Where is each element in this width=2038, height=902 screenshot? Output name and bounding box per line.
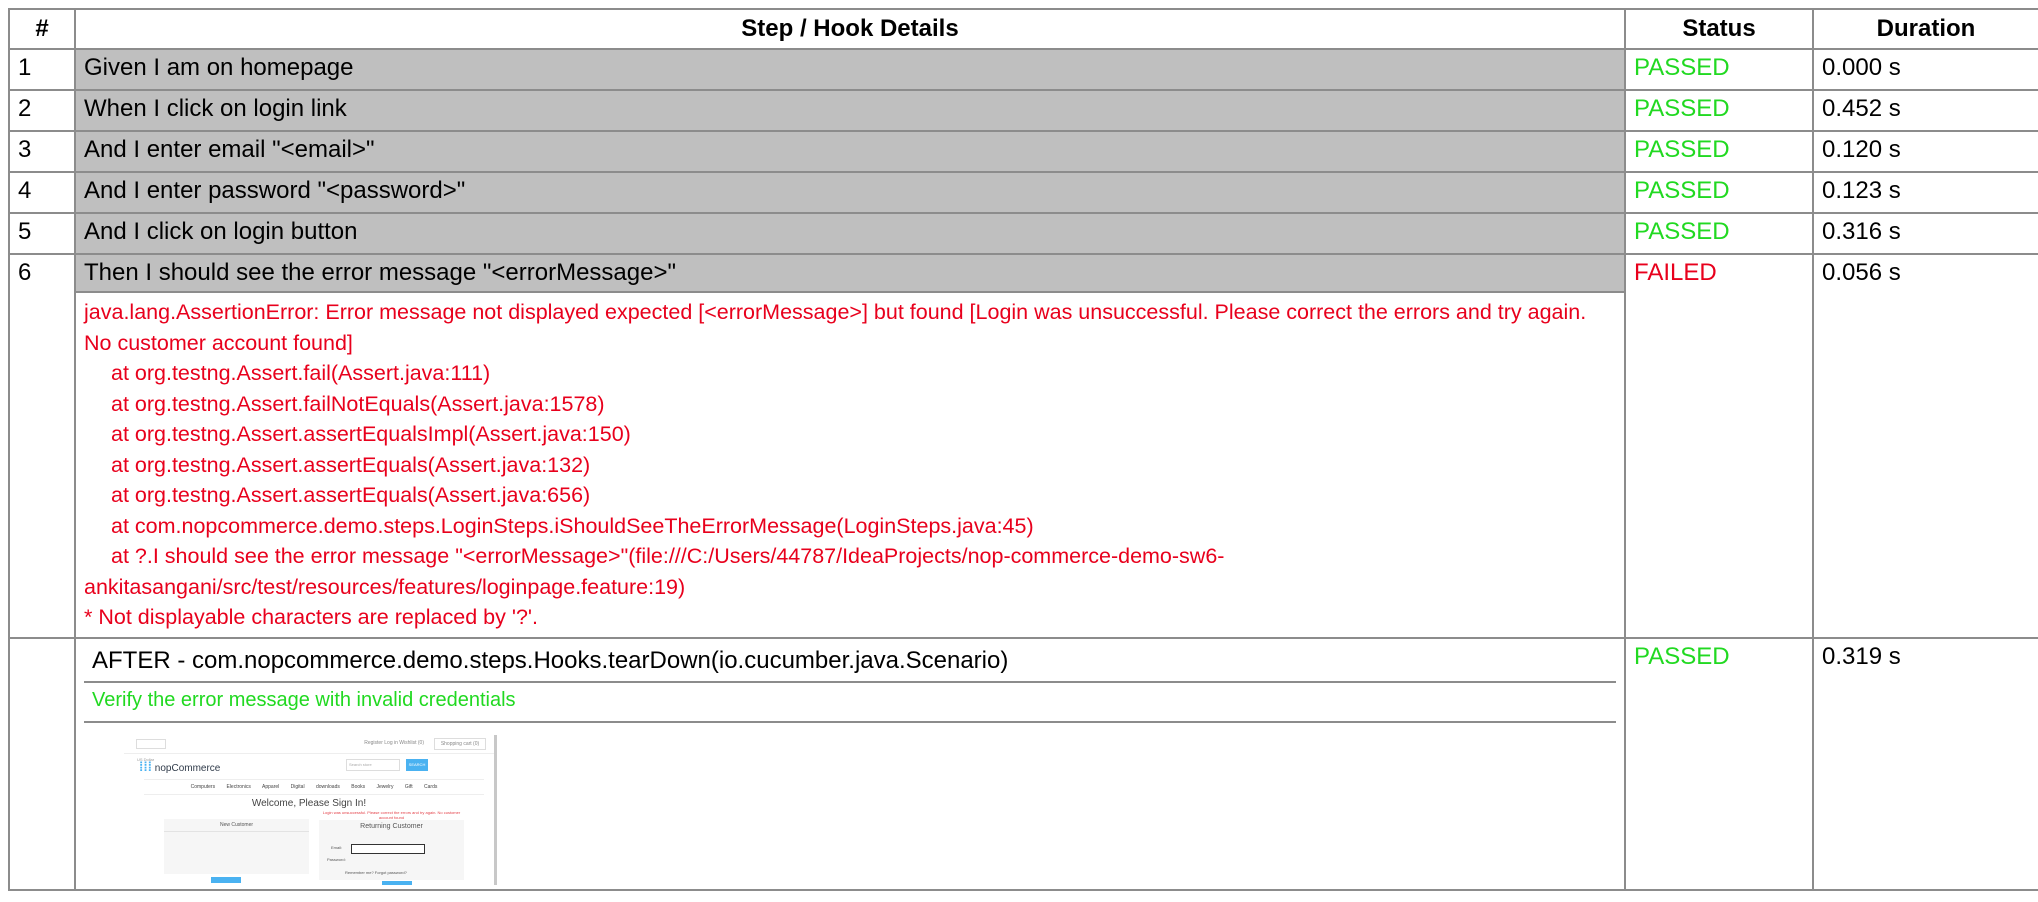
step-number: 2 (8, 89, 76, 132)
step-duration: 0.056 s (1812, 253, 2038, 639)
hook-number (8, 636, 76, 891)
screenshot-new-customer: New Customer (164, 818, 309, 874)
screenshot-container: US Dollar Register Log in Wishlist (0) S… (84, 723, 1616, 885)
header-status: Status (1624, 8, 1814, 50)
logo-icon: ⁞⁞⁞ (139, 758, 152, 774)
step-number: 3 (8, 130, 76, 173)
stack-trace-line: at org.testng.Assert.assertEquals(Assert… (111, 452, 591, 477)
screenshot-login-button (382, 880, 412, 885)
hook-title: AFTER - com.nopcommerce.demo.steps.Hooks… (84, 643, 1616, 683)
screenshot-search-button: SEARCH (406, 758, 428, 771)
screenshot-returning-customer: Returning Customer Email: Password: Reme… (319, 819, 464, 880)
screenshot-register-button (211, 876, 241, 883)
screenshot-thumbnail[interactable]: US Dollar Register Log in Wishlist (0) S… (124, 734, 497, 885)
table-header-row: # Step / Hook Details Status Duration (8, 8, 2038, 50)
error-details: java.lang.AssertionError: Error message … (74, 291, 1626, 639)
step-status: PASSED (1624, 130, 1814, 173)
step-duration: 0.316 s (1812, 212, 2038, 255)
hook-status: PASSED (1624, 636, 1814, 891)
error-message: java.lang.AssertionError: Error message … (84, 300, 1587, 355)
step-status: FAILED (1624, 253, 1814, 639)
table-row-failed: 6 Then I should see the error message "<… (8, 253, 2038, 639)
screenshot-currency: US Dollar (136, 738, 166, 762)
step-status: PASSED (1624, 48, 1814, 91)
step-duration: 0.000 s (1812, 48, 2038, 91)
step-number: 4 (8, 171, 76, 214)
stack-trace-line: at com.nopcommerce.demo.steps.LoginSteps… (111, 513, 1034, 538)
screenshot-error: Login was unsuccessful. Please correct t… (322, 809, 461, 820)
table-row: 1 Given I am on homepage PASSED 0.000 s (8, 48, 2038, 91)
screenshot-search: Search store (346, 758, 400, 771)
step-details-table: # Step / Hook Details Status Duration 1 … (8, 8, 2038, 891)
step-status: PASSED (1624, 171, 1814, 214)
header-details: Step / Hook Details (74, 8, 1626, 50)
stack-trace-line: at org.testng.Assert.fail(Assert.java:11… (111, 361, 491, 385)
table-row: 3 And I enter email "<email>" PASSED 0.1… (8, 130, 2038, 173)
screenshot-topbar: US Dollar Register Log in Wishlist (0) S… (124, 735, 494, 762)
table-row: 4 And I enter password "<password>" PASS… (8, 171, 2038, 214)
step-text: Then I should see the error message "<er… (74, 253, 1626, 293)
step-duration: 0.452 s (1812, 89, 2038, 132)
error-note: * Not displayable characters are replace… (84, 605, 538, 629)
step-number: 1 (8, 48, 76, 91)
screenshot-logo: ⁞⁞⁞ nopCommerce (139, 758, 221, 774)
step-number: 5 (8, 212, 76, 255)
hook-duration: 0.319 s (1812, 636, 2038, 891)
stack-trace-line: at org.testng.Assert.assertEquals(Assert… (111, 483, 591, 507)
step-number: 6 (8, 253, 76, 639)
step-text: Given I am on homepage (74, 48, 1626, 91)
step-text: When I click on login link (74, 89, 1626, 132)
hook-message: Verify the error message with invalid cr… (84, 683, 1616, 723)
table-row: 2 When I click on login link PASSED 0.45… (8, 89, 2038, 132)
screenshot-cart: Shopping cart (0) (434, 737, 486, 750)
step-text: And I enter email "<email>" (74, 130, 1626, 173)
step-text: And I click on login button (74, 212, 1626, 255)
step-duration: 0.120 s (1812, 130, 2038, 173)
screenshot-welcome: Welcome, Please Sign In! (251, 797, 367, 809)
screenshot-toplinks: Register Log in Wishlist (0) (364, 739, 424, 746)
stack-trace-line: at org.testng.Assert.failNotEquals(Asser… (111, 391, 605, 416)
step-status: PASSED (1624, 89, 1814, 132)
table-row: 5 And I click on login button PASSED 0.3… (8, 212, 2038, 255)
stack-trace-line: at ?.I should see the error message "<er… (84, 544, 1225, 599)
step-text: And I enter password "<password>" (74, 171, 1626, 214)
header-duration: Duration (1812, 8, 2038, 50)
hook-details: AFTER - com.nopcommerce.demo.steps.Hooks… (74, 636, 1626, 891)
step-status: PASSED (1624, 212, 1814, 255)
step-duration: 0.123 s (1812, 171, 2038, 214)
header-num: # (8, 8, 76, 50)
hook-row: AFTER - com.nopcommerce.demo.steps.Hooks… (8, 636, 2038, 891)
screenshot-menu: Computers Electronics Apparel Digital do… (144, 778, 484, 795)
stack-trace-line: at org.testng.Assert.assertEqualsImpl(As… (111, 422, 631, 446)
